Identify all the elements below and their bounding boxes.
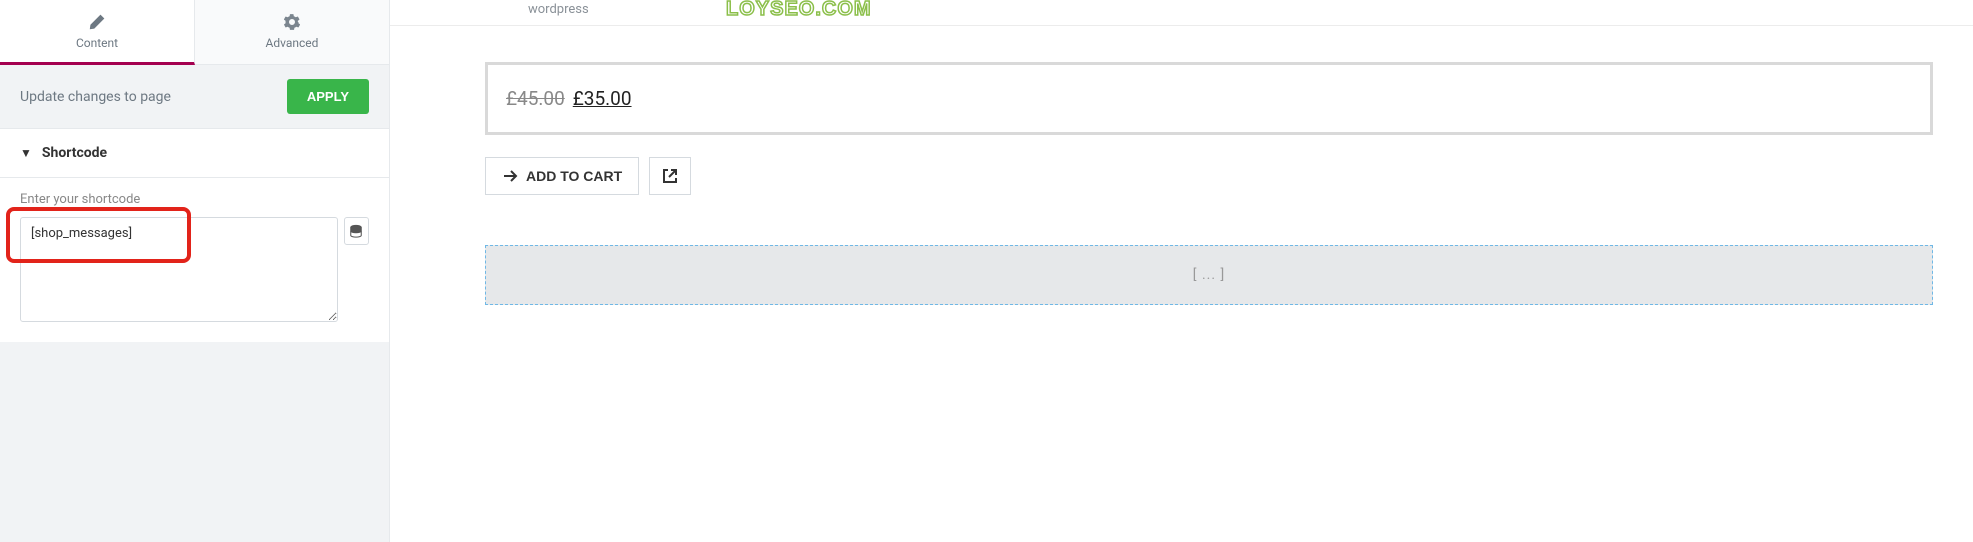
watermark-text: LOYSEO.COM [726, 0, 872, 21]
divider [390, 25, 1973, 26]
arrow-right-icon [502, 168, 518, 184]
tab-content[interactable]: Content [0, 0, 195, 65]
shortcode-placeholder-widget[interactable]: [ ... ] [485, 245, 1933, 305]
update-text: Update changes to page [20, 89, 171, 105]
gear-icon [284, 14, 300, 30]
shortcode-field-label: Enter your shortcode [20, 192, 369, 207]
external-link-button[interactable] [649, 157, 691, 195]
breadcrumb-text: wordpress [528, 2, 589, 17]
apply-button[interactable]: APPLY [287, 79, 369, 114]
placeholder-text: [ ... ] [1193, 267, 1225, 283]
section-header-shortcode[interactable]: ▼ Shortcode [0, 129, 389, 178]
database-icon [349, 224, 363, 238]
price-sale: £35.00 [573, 87, 632, 110]
dynamic-tags-button[interactable] [344, 217, 370, 245]
tab-advanced[interactable]: Advanced [195, 0, 389, 65]
price-original: £45.00 [506, 87, 565, 110]
tab-advanced-label: Advanced [266, 36, 319, 50]
pencil-icon [89, 14, 105, 30]
add-to-cart-button[interactable]: ADD TO CART [485, 157, 639, 195]
add-to-cart-label: ADD TO CART [526, 168, 622, 184]
price-widget[interactable]: £45.00 £35.00 [485, 62, 1933, 135]
update-row: Update changes to page APPLY [0, 65, 389, 129]
section-title: Shortcode [42, 145, 107, 161]
external-link-icon [662, 168, 678, 184]
shortcode-input[interactable] [20, 217, 338, 322]
tab-content-label: Content [76, 36, 118, 50]
caret-down-icon: ▼ [20, 146, 32, 160]
